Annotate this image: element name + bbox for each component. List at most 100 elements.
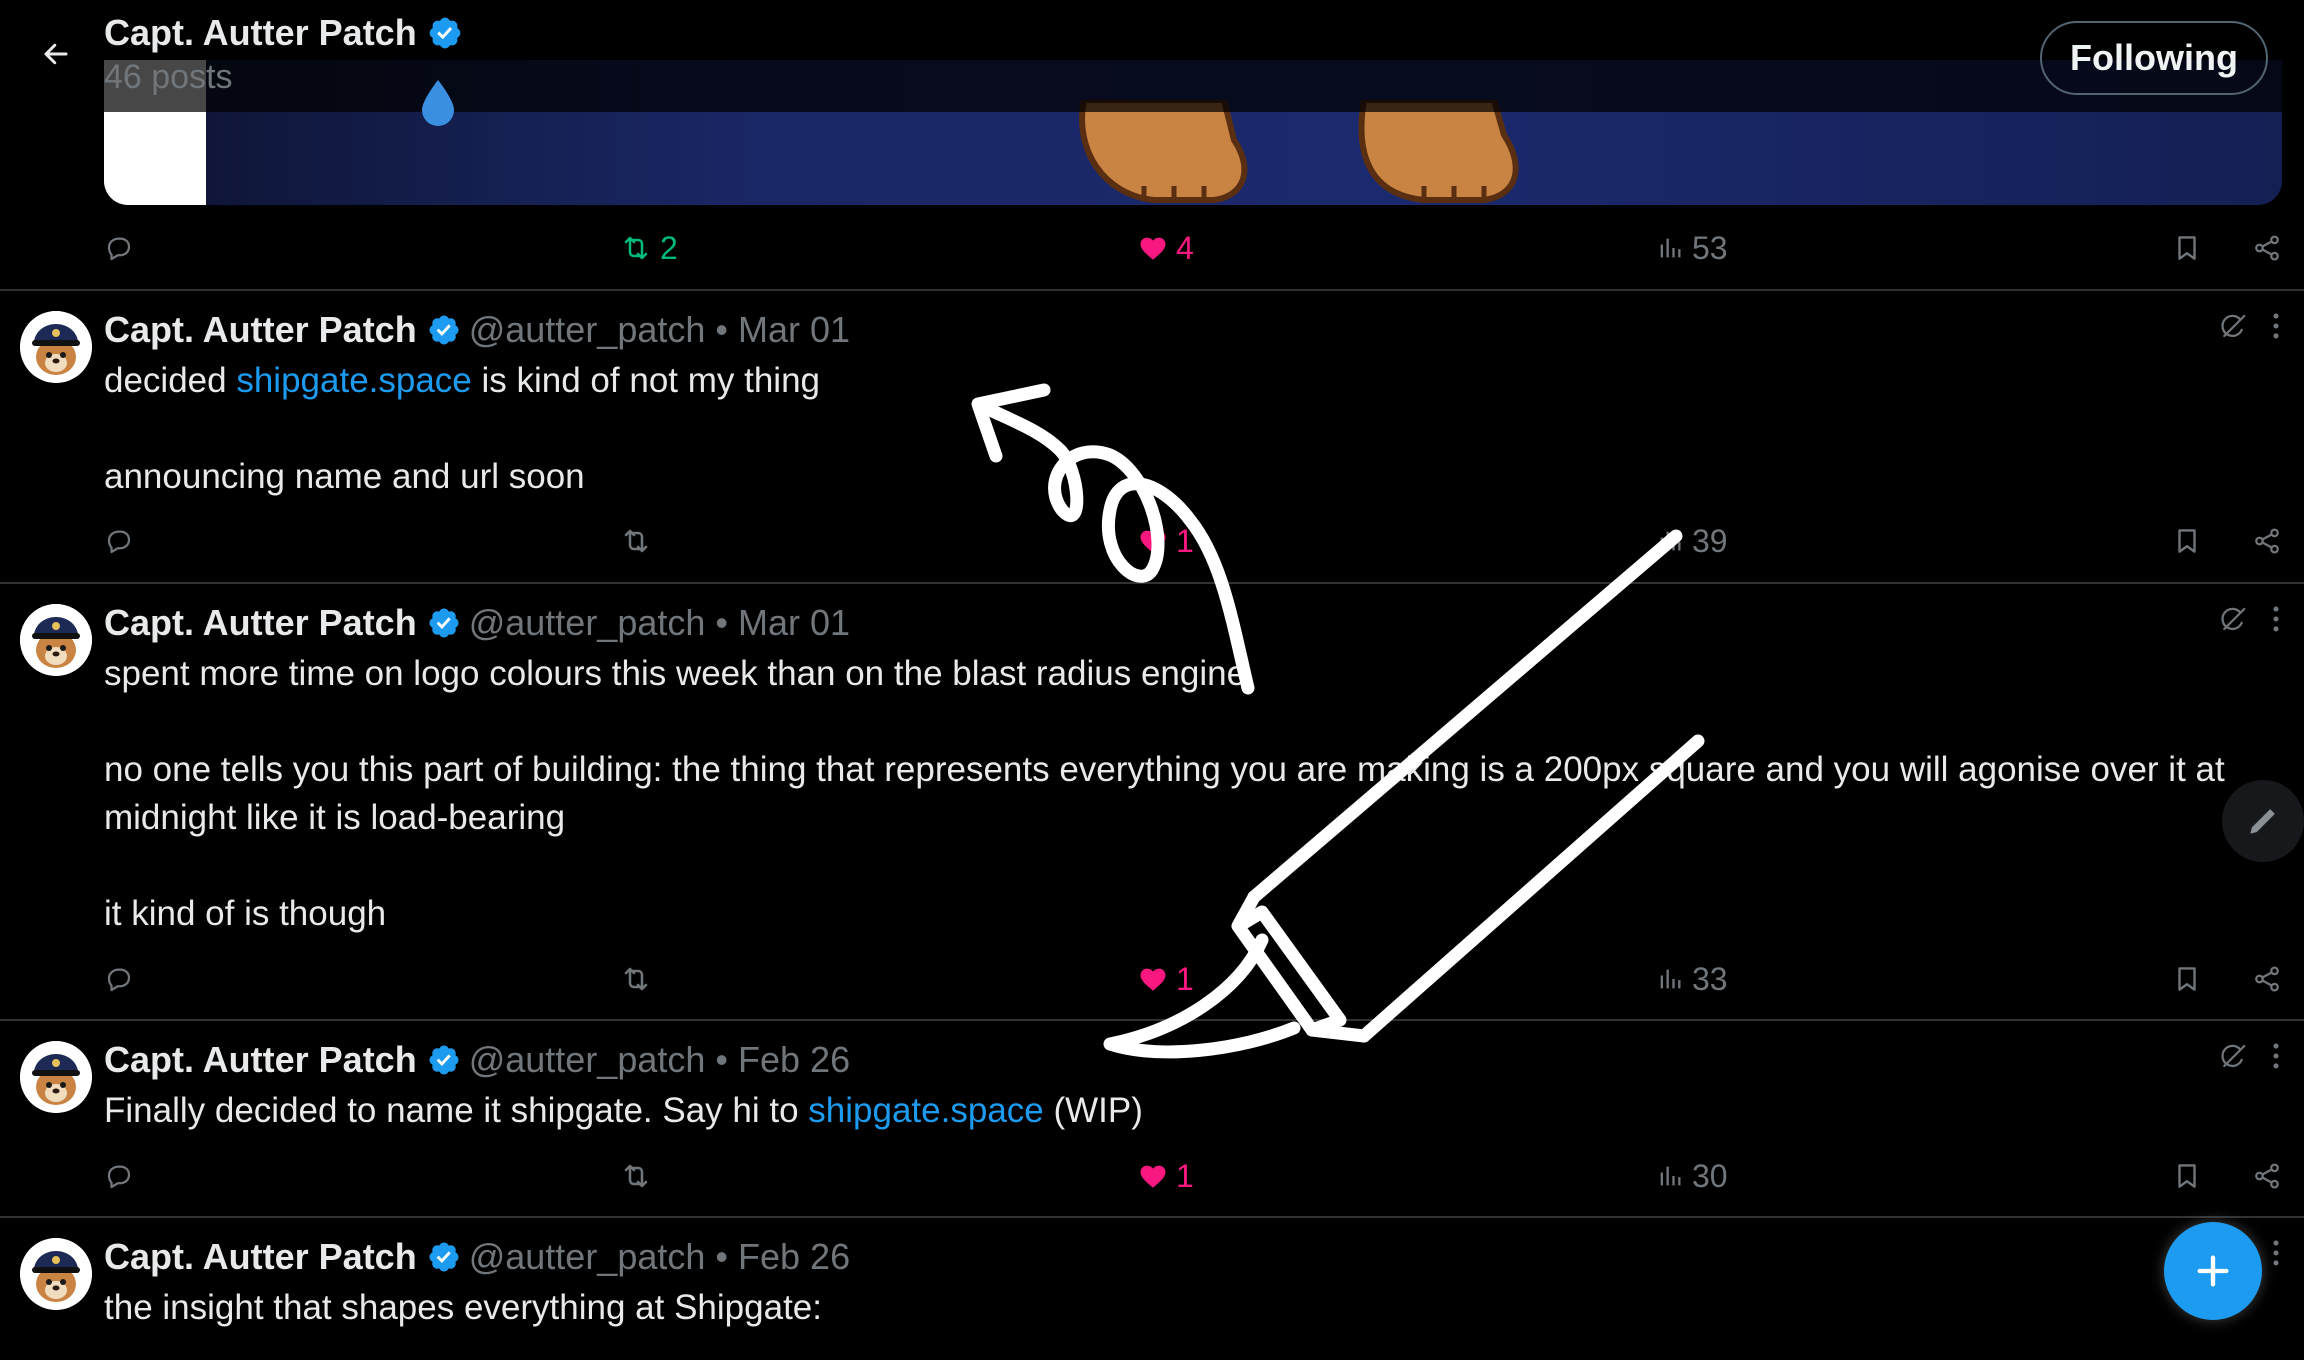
- post-date[interactable]: Feb 26: [738, 1039, 850, 1081]
- bookmark-button[interactable]: [2172, 954, 2202, 1004]
- more-icon[interactable]: [2270, 1236, 2282, 1270]
- author-handle[interactable]: @autter_patch: [469, 309, 706, 351]
- retweet-icon: [620, 1160, 652, 1192]
- tweet[interactable]: Capt. Autter Patch @autter_patch • Feb 2…: [0, 1021, 2304, 1216]
- back-button[interactable]: [30, 28, 82, 80]
- separator: •: [715, 602, 729, 643]
- share-icon: [2252, 526, 2282, 556]
- views-count: 39: [1692, 522, 1728, 559]
- reply-button[interactable]: [104, 1151, 134, 1201]
- avatar[interactable]: [20, 311, 92, 383]
- tweet-text-line: announcing name and url soon: [104, 457, 585, 496]
- bookmark-icon: [2172, 526, 2202, 556]
- bookmark-button[interactable]: [2172, 516, 2202, 566]
- avatar[interactable]: [20, 604, 92, 676]
- share-icon: [2252, 1161, 2282, 1191]
- more-icon[interactable]: [2270, 602, 2282, 636]
- verified-badge-icon: [427, 313, 461, 347]
- views-button[interactable]: 33: [1656, 954, 1728, 1004]
- retweet-button[interactable]: [620, 1151, 652, 1201]
- share-button[interactable]: [2252, 223, 2282, 273]
- views-button[interactable]: 39: [1656, 516, 1728, 566]
- like-count: 1: [1176, 1157, 1194, 1194]
- like-button[interactable]: 1: [1138, 516, 1194, 566]
- top-post-actions: 2 4 53: [104, 223, 2304, 273]
- shipgate-link[interactable]: shipgate.space: [808, 1091, 1043, 1130]
- post-date[interactable]: Mar 01: [738, 309, 850, 351]
- views-button[interactable]: 30: [1656, 1151, 1728, 1201]
- header-profile-name: Capt. Autter Patch: [104, 12, 463, 54]
- reply-button[interactable]: [104, 516, 134, 566]
- author-name[interactable]: Capt. Autter Patch: [104, 1236, 417, 1278]
- more-icon[interactable]: [2270, 309, 2282, 343]
- separator: •: [715, 309, 729, 350]
- retweet-count: 2: [660, 229, 678, 266]
- views-icon: [1656, 527, 1684, 555]
- more-icon[interactable]: [2270, 1039, 2282, 1073]
- reply-button[interactable]: [104, 954, 134, 1004]
- bookmark-button[interactable]: [2172, 1151, 2202, 1201]
- retweet-icon: [620, 232, 652, 264]
- header-posts-count: 46 posts: [104, 58, 233, 96]
- reply-icon: [104, 1161, 134, 1191]
- tweet-actions: 1 39: [104, 516, 2304, 566]
- share-button[interactable]: [2252, 1151, 2282, 1201]
- views-count: 33: [1692, 960, 1728, 997]
- tweet-header: Capt. Autter Patch @autter_patch • Mar 0…: [104, 602, 850, 644]
- views-icon: [1656, 965, 1684, 993]
- tweet-text: the insight that shapes everything at Sh…: [104, 1284, 2284, 1332]
- post-date[interactable]: Mar 01: [738, 602, 850, 644]
- author-name[interactable]: Capt. Autter Patch: [104, 309, 417, 351]
- reply-icon: [104, 964, 134, 994]
- views-button[interactable]: 53: [1656, 223, 1728, 273]
- like-button[interactable]: 1: [1138, 954, 1194, 1004]
- author-name[interactable]: Capt. Autter Patch: [104, 1039, 417, 1081]
- verified-badge-icon: [427, 1043, 461, 1077]
- retweet-button[interactable]: [620, 954, 652, 1004]
- tweet-header: Capt. Autter Patch @autter_patch • Feb 2…: [104, 1236, 850, 1278]
- reply-button[interactable]: [104, 223, 134, 273]
- tweet[interactable]: Capt. Autter Patch @autter_patch • Feb 2…: [0, 1218, 2304, 1360]
- heart-icon: [1138, 964, 1168, 994]
- tweet-text-line: spent more time on logo colours this wee…: [104, 654, 1247, 693]
- tweet-text-line: no one tells you this part of building: …: [104, 750, 2225, 837]
- share-button[interactable]: [2252, 954, 2282, 1004]
- bookmark-icon: [2172, 233, 2202, 263]
- bookmark-button[interactable]: [2172, 223, 2202, 273]
- retweet-button[interactable]: 2: [620, 223, 678, 273]
- share-button[interactable]: [2252, 516, 2282, 566]
- tweet[interactable]: Capt. Autter Patch @autter_patch • Mar 0…: [0, 291, 2304, 581]
- tweet-actions: 1 33: [104, 954, 2304, 1004]
- shipgate-link[interactable]: shipgate.space: [236, 361, 471, 400]
- views-icon: [1656, 234, 1684, 262]
- tweet[interactable]: Capt. Autter Patch @autter_patch • Mar 0…: [0, 584, 2304, 1020]
- following-button[interactable]: Following: [2040, 21, 2268, 95]
- grok-icon[interactable]: [2218, 1041, 2248, 1071]
- like-count: 4: [1176, 229, 1194, 266]
- share-icon: [2252, 233, 2282, 263]
- like-count: 1: [1176, 960, 1194, 997]
- edit-floating-button[interactable]: [2222, 780, 2304, 862]
- retweet-button[interactable]: [620, 516, 652, 566]
- author-handle[interactable]: @autter_patch: [469, 1236, 706, 1278]
- tweet-header: Capt. Autter Patch @autter_patch • Feb 2…: [104, 1039, 850, 1081]
- compose-post-button[interactable]: [2164, 1222, 2262, 1320]
- author-handle[interactable]: @autter_patch: [469, 1039, 706, 1081]
- retweet-icon: [620, 525, 652, 557]
- reply-icon: [104, 526, 134, 556]
- separator: •: [715, 1039, 729, 1080]
- avatar[interactable]: [20, 1041, 92, 1113]
- verified-badge-icon: [427, 15, 463, 51]
- like-button[interactable]: 1: [1138, 1151, 1194, 1201]
- otter-feet-illustration: [1079, 100, 1519, 203]
- post-date[interactable]: Feb 26: [738, 1236, 850, 1278]
- author-name[interactable]: Capt. Autter Patch: [104, 602, 417, 644]
- like-button[interactable]: 4: [1138, 223, 1194, 273]
- grok-icon[interactable]: [2218, 604, 2248, 634]
- grok-icon[interactable]: [2218, 311, 2248, 341]
- retweet-icon: [620, 963, 652, 995]
- avatar[interactable]: [20, 1238, 92, 1310]
- tweet-actions: 1 30: [104, 1151, 2304, 1201]
- author-handle[interactable]: @autter_patch: [469, 602, 706, 644]
- tweet-text: decided shipgate.space is kind of not my…: [104, 357, 2284, 501]
